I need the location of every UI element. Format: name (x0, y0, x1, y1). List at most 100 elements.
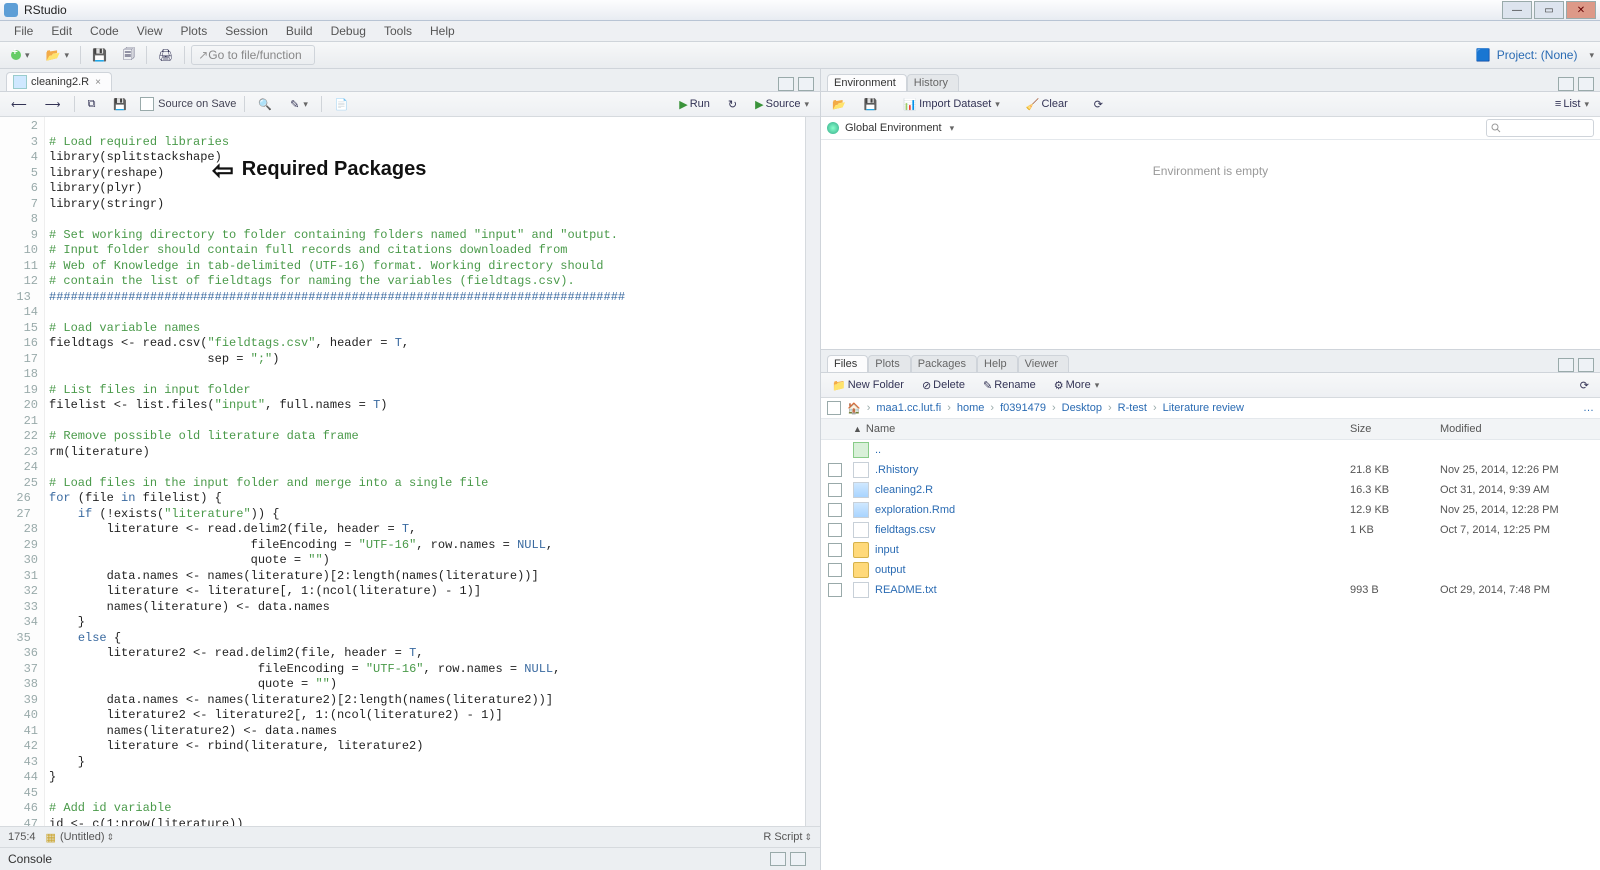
file-checkbox[interactable] (828, 483, 842, 497)
file-row[interactable]: fieldtags.csv1 KBOct 7, 2014, 12:25 PM (821, 520, 1600, 540)
console-maximize-icon[interactable] (790, 852, 806, 866)
refresh-env-button[interactable]: ⟳ (1089, 96, 1108, 113)
env-search-input[interactable] (1486, 119, 1594, 137)
file-row[interactable]: README.txt993 BOct 29, 2014, 7:48 PM (821, 580, 1600, 600)
goto-file-input[interactable]: ↗ Go to file/function (191, 45, 315, 65)
menu-edit[interactable]: Edit (43, 22, 80, 40)
editor-code[interactable]: # Load required libraries library(splits… (45, 117, 629, 826)
import-dataset-button[interactable]: 📊 Import Dataset▾ (898, 96, 1004, 113)
save-workspace-button[interactable]: 💾 (859, 96, 883, 113)
new-file-button[interactable]: ▾ (6, 48, 35, 63)
popout-button[interactable]: ⧉ (83, 96, 101, 113)
menu-file[interactable]: File (6, 22, 41, 40)
file-name[interactable]: .Rhistory (875, 464, 918, 476)
pane-maximize-icon[interactable] (798, 77, 814, 91)
env-maximize-icon[interactable] (1578, 77, 1594, 91)
more-button[interactable]: ⚙ More▾ (1049, 377, 1104, 394)
file-row[interactable]: output (821, 560, 1600, 580)
file-name[interactable]: fieldtags.csv (875, 524, 936, 536)
clear-env-button[interactable]: 🧹 Clear (1021, 96, 1073, 113)
tab-help[interactable]: Help (977, 355, 1018, 372)
save-source-button[interactable]: 💾 (108, 96, 132, 113)
print-button[interactable]: 🖨 (153, 46, 178, 64)
pane-minimize-icon[interactable] (778, 77, 794, 91)
file-checkbox[interactable] (828, 563, 842, 577)
files-refresh-button[interactable]: ⟳ (1575, 377, 1594, 394)
open-project-button[interactable]: 📂▾ (41, 46, 74, 64)
source-button[interactable]: ▶ Source ▾ (750, 96, 814, 113)
project-menu[interactable]: Project: (None) (1497, 48, 1578, 62)
files-minimize-icon[interactable] (1558, 358, 1574, 372)
menu-help[interactable]: Help (422, 22, 463, 40)
crumb[interactable]: f0391479 (1000, 402, 1046, 414)
home-icon[interactable]: 🏠 (847, 402, 861, 415)
file-name[interactable]: README.txt (875, 584, 937, 596)
files-maximize-icon[interactable] (1578, 358, 1594, 372)
col-name-label[interactable]: Name (866, 423, 895, 435)
crumb[interactable]: R-test (1118, 402, 1147, 414)
menu-build[interactable]: Build (278, 22, 321, 40)
new-folder-button[interactable]: 📁 New Folder (827, 377, 909, 394)
close-tab-icon[interactable]: × (95, 77, 101, 88)
tab-viewer[interactable]: Viewer (1018, 355, 1069, 372)
find-button[interactable]: 🔍 (253, 96, 277, 113)
env-scope-label[interactable]: Global Environment (845, 122, 942, 134)
file-row[interactable]: .Rhistory21.8 KBNov 25, 2014, 12:26 PM (821, 460, 1600, 480)
col-size-label[interactable]: Size (1350, 423, 1440, 435)
env-minimize-icon[interactable] (1558, 77, 1574, 91)
rerun-button[interactable]: ↻ (723, 96, 742, 113)
menu-debug[interactable]: Debug (323, 22, 374, 40)
code-editor[interactable]: 2 3 4 5 6 7 8 9 10 11 12 13 14 15 16 17 … (0, 117, 820, 826)
col-mod-label[interactable]: Modified (1440, 423, 1600, 435)
wand-button[interactable]: ✎▾ (285, 96, 313, 113)
load-workspace-button[interactable]: 📂 (827, 96, 851, 113)
nav-back-button[interactable]: ⟵ (6, 96, 32, 113)
menu-session[interactable]: Session (217, 22, 276, 40)
file-checkbox[interactable] (828, 523, 842, 537)
tab-plots[interactable]: Plots (868, 355, 910, 372)
file-name[interactable]: exploration.Rmd (875, 504, 955, 516)
notebook-button[interactable]: 📄 (330, 96, 354, 113)
file-checkbox[interactable] (828, 463, 842, 477)
run-button[interactable]: ▶ Run (674, 96, 715, 113)
crumb[interactable]: home (957, 402, 985, 414)
window-minimize[interactable]: — (1502, 1, 1532, 19)
menu-code[interactable]: Code (82, 22, 127, 40)
nav-fwd-button[interactable]: ⟶ (40, 96, 66, 113)
rename-button[interactable]: ✎ Rename (978, 377, 1041, 394)
file-name[interactable]: output (875, 564, 906, 576)
file-name[interactable]: input (875, 544, 899, 556)
menu-tools[interactable]: Tools (376, 22, 420, 40)
save-button[interactable]: 💾 (87, 46, 112, 64)
menu-plots[interactable]: Plots (173, 22, 216, 40)
source-tab-cleaning2[interactable]: cleaning2.R × (6, 72, 112, 91)
language-label[interactable]: R Script (763, 831, 802, 843)
file-row[interactable]: input (821, 540, 1600, 560)
file-name[interactable]: cleaning2.R (875, 484, 933, 496)
delete-button[interactable]: ⊘ Delete (917, 377, 970, 394)
tab-environment[interactable]: Environment (827, 74, 907, 91)
tab-files[interactable]: Files (827, 355, 868, 372)
console-restore-icon[interactable] (770, 852, 786, 866)
file-checkbox[interactable] (828, 543, 842, 557)
tab-packages[interactable]: Packages (911, 355, 977, 372)
window-close[interactable]: ✕ (1566, 1, 1596, 19)
file-row[interactable]: .. (821, 440, 1600, 460)
menu-view[interactable]: View (129, 22, 171, 40)
source-on-save-toggle[interactable]: Source on Save (140, 97, 236, 111)
section-label[interactable]: (Untitled) (60, 831, 105, 843)
file-row[interactable]: exploration.Rmd12.9 KBNov 25, 2014, 12:2… (821, 500, 1600, 520)
file-checkbox[interactable] (828, 503, 842, 517)
file-checkbox[interactable] (828, 583, 842, 597)
crumb[interactable]: Desktop (1062, 402, 1102, 414)
crumb[interactable]: Literature review (1163, 402, 1244, 414)
env-list-toggle[interactable]: ≡ List▾ (1550, 96, 1594, 112)
file-name[interactable]: .. (875, 444, 881, 456)
file-row[interactable]: cleaning2.R16.3 KBOct 31, 2014, 9:39 AM (821, 480, 1600, 500)
crumb-more-icon[interactable]: … (1583, 402, 1594, 414)
editor-scrollbar[interactable] (805, 117, 820, 826)
select-all-checkbox[interactable] (827, 401, 841, 415)
tab-history[interactable]: History (907, 74, 959, 91)
save-all-button[interactable]: 🗐 (118, 43, 140, 68)
window-maximize[interactable]: ▭ (1534, 1, 1564, 19)
